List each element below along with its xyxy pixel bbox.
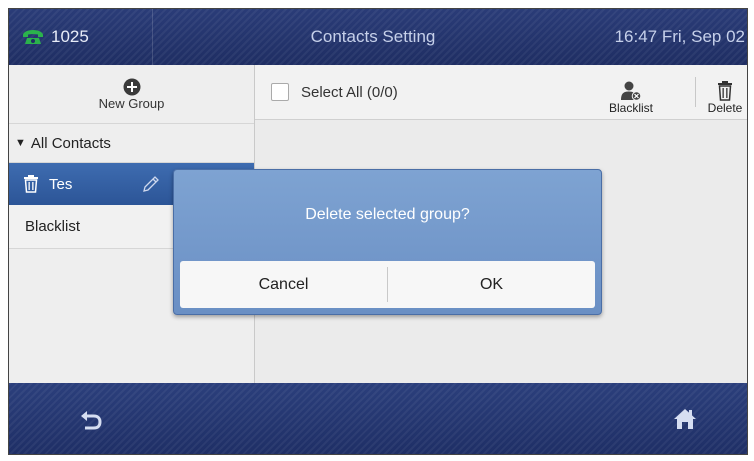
extension-number: 1025	[51, 27, 89, 46]
select-all-checkbox[interactable]	[271, 83, 289, 101]
back-button[interactable]	[71, 401, 111, 437]
line-extension[interactable]: 1025	[9, 9, 153, 65]
all-contacts-label: All Contacts	[30, 134, 111, 152]
screen-title: Contacts Setting	[310, 27, 436, 46]
home-icon	[674, 409, 696, 429]
group-label: Blacklist	[25, 218, 81, 235]
collapse-triangle-icon: ▼	[15, 137, 26, 149]
delete-confirm-dialog: Delete selected group? Cancel OK	[173, 169, 602, 315]
trash-icon	[24, 175, 38, 193]
delete-label: Delete	[707, 101, 743, 115]
blacklist-label: Blacklist	[608, 101, 653, 115]
phone-screen: 1025 Contacts Setting 16:47 Fri, Sep 02 …	[8, 8, 748, 455]
ok-button[interactable]: OK	[388, 261, 595, 308]
new-group-button[interactable]: New Group	[9, 65, 254, 123]
person-block-icon	[621, 81, 642, 101]
trash-icon	[718, 81, 732, 101]
back-arrow-icon	[81, 411, 102, 430]
group-label: Tes	[49, 175, 73, 193]
plus-circle-icon	[123, 78, 140, 95]
dialog-buttons: Cancel OK	[180, 261, 595, 308]
dialog-message: Delete selected group?	[305, 206, 470, 223]
new-group-label: New Group	[98, 95, 165, 111]
home-button[interactable]	[665, 401, 705, 437]
select-all-control[interactable]: Select All (0/0)	[271, 65, 398, 119]
edit-pen-icon[interactable]	[141, 174, 161, 194]
top-status-bar: 1025 Contacts Setting 16:47 Fri, Sep 02	[9, 9, 747, 65]
cancel-button[interactable]: Cancel	[180, 261, 387, 308]
bottom-nav-bar	[9, 383, 747, 454]
select-all-label: Select All (0/0)	[301, 83, 398, 101]
phone-icon	[23, 30, 43, 44]
blacklist-button[interactable]: Blacklist	[601, 71, 661, 115]
delete-button[interactable]: Delete	[695, 71, 747, 115]
contact-toolbar: Select All (0/0) Blacklist Delete	[255, 65, 747, 120]
all-contacts-header[interactable]: ▼ All Contacts	[9, 123, 254, 163]
date-time: 16:47 Fri, Sep 02	[614, 27, 745, 46]
